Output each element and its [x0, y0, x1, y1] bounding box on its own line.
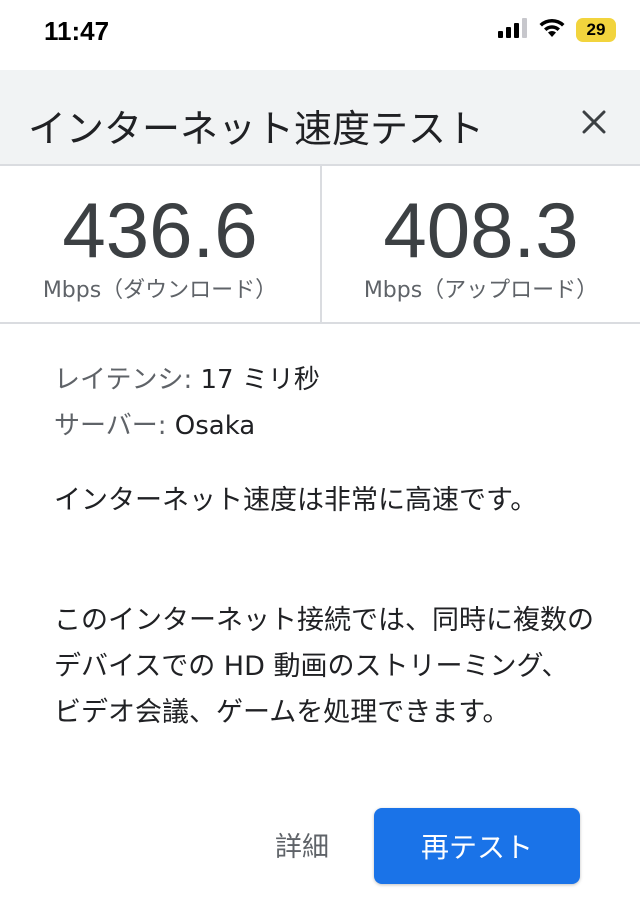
speed-description: このインターネット接続では、同時に複数のデバイスでの HD 動画のストリーミング…: [54, 605, 594, 728]
latency-row: レイテンシ: 17 ミリ秒: [54, 362, 320, 408]
details-button[interactable]: 詳細: [252, 812, 352, 876]
cellular-signal-icon: [498, 18, 528, 42]
retest-button[interactable]: 再テスト: [374, 808, 580, 884]
speed-summary: インターネット速度は非常に高速です。: [54, 485, 538, 516]
battery-icon: 29: [576, 18, 616, 42]
download-speed-value: 436.6: [62, 186, 258, 274]
download-speed-unit: Mbps（ダウンロード）: [42, 278, 278, 303]
upload-speed-value: 408.3: [383, 186, 579, 274]
status-bar: 11:47 29: [0, 0, 640, 70]
close-button[interactable]: [570, 98, 618, 146]
latency-value: 17 ミリ秒: [200, 365, 320, 395]
wifi-icon: [538, 18, 566, 42]
download-result: 436.6 Mbps（ダウンロード）: [0, 166, 320, 322]
upload-result: 408.3 Mbps（アップロード）: [320, 166, 640, 322]
server-row: サーバー: Osaka: [54, 408, 320, 454]
latency-label: レイテンシ:: [54, 365, 193, 395]
page-title: インターネット速度テスト: [28, 107, 485, 151]
status-time: 11:47: [44, 16, 110, 46]
close-icon: [582, 110, 606, 134]
speed-results: 436.6 Mbps（ダウンロード） 408.3 Mbps（アップロード）: [0, 166, 640, 324]
upload-speed-unit: Mbps（アップロード）: [363, 278, 599, 303]
dialog-header: インターネット速度テスト: [0, 70, 640, 166]
test-info: レイテンシ: 17 ミリ秒 サーバー: Osaka: [54, 362, 320, 454]
server-value: Osaka: [174, 411, 256, 441]
status-icons: 29: [498, 18, 616, 42]
server-label: サーバー:: [54, 411, 167, 441]
